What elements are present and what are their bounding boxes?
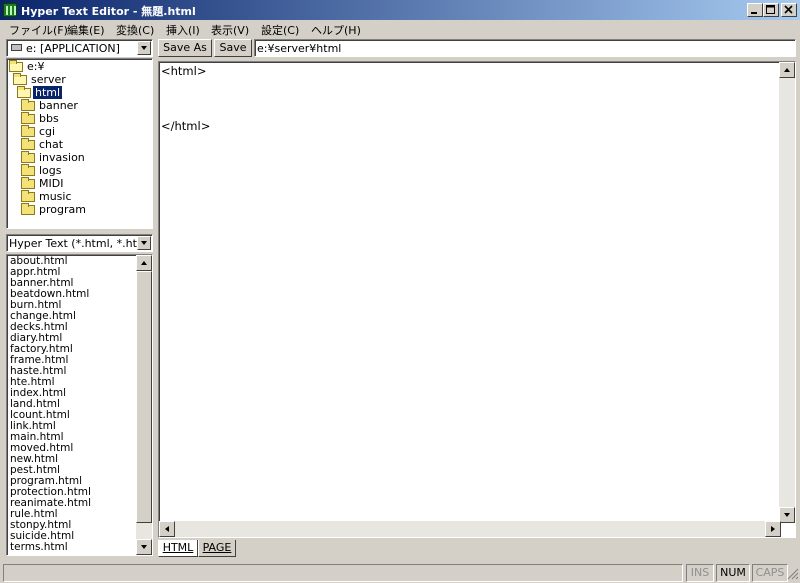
editor-area[interactable]: <html> </html>: [158, 61, 796, 538]
drive-icon: [11, 44, 22, 51]
scroll-thumb[interactable]: [136, 271, 152, 523]
status-caps: CAPS: [752, 564, 788, 582]
close-button[interactable]: [781, 3, 797, 17]
folder-icon: [21, 151, 35, 163]
status-message: [3, 564, 683, 582]
filter-dropdown-button[interactable]: [137, 236, 151, 250]
save-as-button[interactable]: Save As: [158, 39, 212, 57]
tab-page[interactable]: PAGE: [198, 540, 236, 557]
tree-item-label: MIDI: [39, 177, 64, 190]
status-num: NUM: [716, 564, 750, 582]
file-list[interactable]: about.html appr.html banner.html beatdow…: [6, 254, 153, 556]
file-type-filter-value: Hyper Text (*.html, *.htm): [9, 237, 152, 250]
scroll-left-button[interactable]: [159, 521, 175, 537]
open-folder-icon: [17, 86, 31, 98]
minimize-button[interactable]: [747, 3, 763, 17]
status-ins: INS: [686, 564, 714, 582]
status-bar: INS NUM CAPS: [0, 562, 800, 583]
file-list-scrollbar[interactable]: [136, 255, 152, 555]
drive-select[interactable]: e: [APPLICATION]: [6, 39, 153, 57]
tree-item-label: chat: [39, 138, 64, 151]
editor-content[interactable]: <html> </html>: [161, 64, 210, 134]
menu-settings[interactable]: 設定(C): [261, 22, 299, 38]
maximize-button[interactable]: [763, 3, 779, 17]
drive-select-value: e: [APPLICATION]: [26, 42, 120, 55]
tree-item-label: program: [39, 203, 86, 216]
menu-view[interactable]: 表示(V): [211, 22, 249, 38]
tree-item-label: cgi: [39, 125, 56, 138]
path-field-value: e:¥server¥html: [257, 42, 342, 55]
tree-item-label: server: [31, 73, 66, 86]
file-item[interactable]: terms.html: [10, 542, 138, 553]
save-button[interactable]: Save: [214, 39, 252, 57]
scroll-right-button[interactable]: [765, 521, 781, 537]
file-type-filter[interactable]: Hyper Text (*.html, *.htm): [6, 234, 153, 252]
open-folder-icon: [9, 60, 23, 72]
menu-help[interactable]: ヘルプ(H): [311, 22, 361, 38]
menu-bar: ファイル(F) 編集(E) 変換(C) 挿入(I) 表示(V) 設定(C) ヘル…: [0, 20, 800, 38]
tree-item-label: html: [33, 86, 63, 99]
tree-item-label: bbs: [39, 112, 59, 125]
path-field[interactable]: e:¥server¥html: [254, 39, 796, 57]
folder-icon: [21, 177, 35, 189]
scroll-down-button[interactable]: [136, 539, 152, 555]
editor-horizontal-scrollbar[interactable]: [159, 521, 781, 537]
open-folder-icon: [13, 73, 27, 85]
folder-tree[interactable]: e:¥ server html banner bbs cgi chat inva…: [6, 58, 153, 229]
maximize-icon: [766, 5, 775, 14]
menu-file[interactable]: ファイル(F): [9, 22, 68, 38]
tree-item-label: invasion: [39, 151, 85, 164]
scroll-down-button[interactable]: [779, 507, 795, 523]
folder-icon: [21, 125, 35, 137]
scroll-up-button[interactable]: [779, 62, 795, 78]
close-icon: [784, 5, 793, 14]
menu-insert[interactable]: 挿入(I): [166, 22, 200, 38]
window-title: Hyper Text Editor - 無題.html: [21, 5, 196, 18]
title-bar[interactable]: Hyper Text Editor - 無題.html: [0, 0, 800, 20]
folder-icon: [21, 203, 35, 215]
app-icon[interactable]: [3, 3, 17, 17]
folder-icon: [21, 138, 35, 150]
editor-vertical-scrollbar[interactable]: [779, 62, 795, 523]
folder-icon: [21, 190, 35, 202]
tree-item-label: e:¥: [27, 60, 45, 73]
tree-item-label: music: [39, 190, 72, 203]
tree-item-label: logs: [39, 164, 62, 177]
resize-grip-icon[interactable]: [787, 568, 799, 580]
scroll-up-button[interactable]: [136, 255, 152, 271]
folder-icon: [21, 99, 35, 111]
minimize-icon: [751, 12, 757, 14]
menu-edit[interactable]: 編集(E): [67, 22, 105, 38]
menu-convert[interactable]: 変換(C): [116, 22, 154, 38]
tree-item-label: banner: [39, 99, 78, 112]
folder-icon: [21, 164, 35, 176]
drive-dropdown-button[interactable]: [137, 41, 151, 55]
tab-html[interactable]: HTML: [158, 540, 198, 557]
folder-icon: [21, 112, 35, 124]
